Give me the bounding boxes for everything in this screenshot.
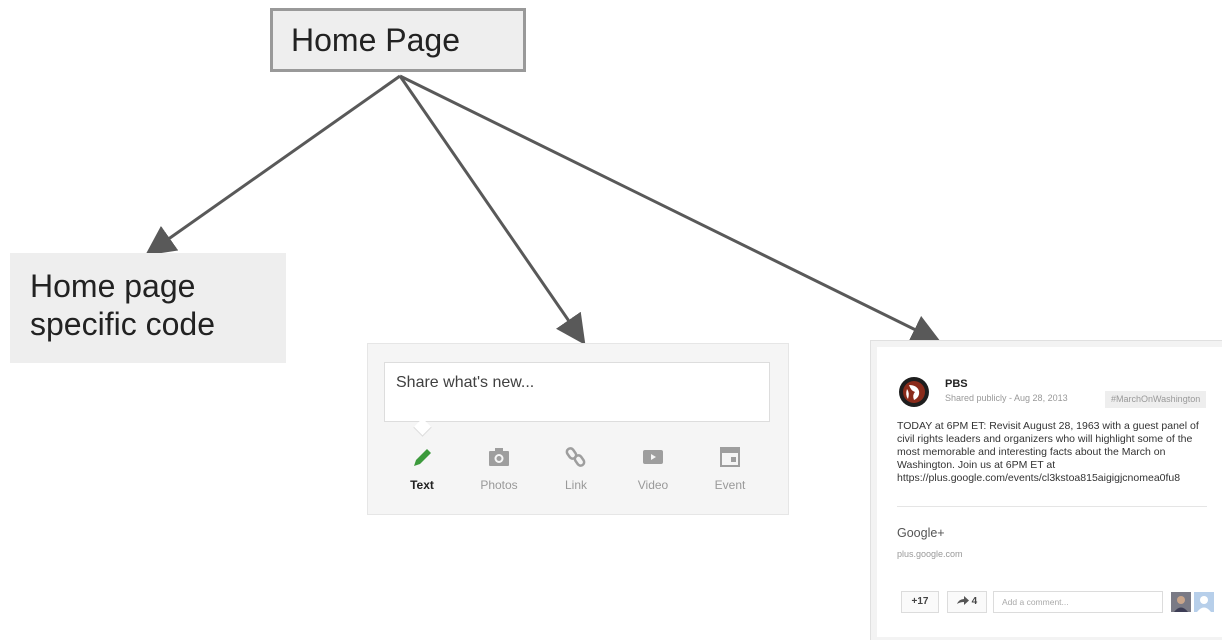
post-body: TODAY at 6PM ET: Revisit August 28, 1963… — [897, 420, 1217, 485]
reshare-button[interactable]: 4 — [947, 591, 987, 613]
comment-input[interactable]: Add a comment... — [993, 591, 1163, 613]
share-placeholder: Share what's new... — [396, 374, 535, 391]
camera-icon — [489, 448, 509, 466]
post-body-line: Washington. Join us at 6PM ET at — [897, 459, 1056, 471]
specific-code-label-line2: specific code — [30, 306, 215, 342]
comment-placeholder: Add a comment... — [1002, 597, 1069, 607]
hashtag-chip[interactable]: #MarchOnWashington — [1105, 391, 1207, 408]
tab-text-label: Text — [410, 478, 434, 492]
home-page-specific-code-box: Home page specific code — [10, 253, 286, 363]
arrow-to-specific-code — [145, 74, 401, 256]
link-preview-url[interactable]: plus.google.com — [897, 549, 963, 559]
post-body-line: most memorable and interesting facts abo… — [897, 446, 1166, 458]
pbs-logo-icon[interactable] — [899, 377, 929, 407]
link-icon — [565, 447, 586, 467]
plus-one-button[interactable]: +17 — [901, 591, 939, 613]
video-icon — [643, 450, 663, 464]
post-divider — [897, 506, 1207, 507]
tab-photos-label: Photos — [480, 478, 518, 492]
calendar-icon — [720, 447, 740, 467]
user-avatar[interactable] — [1194, 592, 1214, 612]
tab-link-label: Link — [564, 478, 587, 492]
tab-video[interactable]: Video — [615, 446, 691, 492]
post-body-line: TODAY at 6PM ET: Revisit August 28, 1963… — [897, 420, 1199, 432]
tab-event-label: Event — [714, 478, 746, 492]
arrow-to-share-box — [398, 75, 586, 345]
share-box: Share what's new... Text Photos Link Vid… — [367, 343, 789, 515]
commenter-avatar[interactable] — [1171, 592, 1191, 612]
tab-photos[interactable]: Photos — [461, 446, 537, 492]
tab-link[interactable]: Link — [538, 446, 614, 492]
post-body-link[interactable]: https://plus.google.com/events/cl3kstoa8… — [897, 472, 1217, 485]
post-card: PBS Shared publicly - Aug 28, 2013 #Marc… — [870, 340, 1222, 640]
pencil-icon — [414, 449, 431, 466]
post-content: PBS Shared publicly - Aug 28, 2013 #Marc… — [877, 347, 1222, 637]
link-preview-title[interactable]: Google+ — [897, 526, 945, 540]
reshare-icon — [956, 596, 969, 605]
home-page-label: Home Page — [291, 22, 460, 58]
tab-event[interactable]: Event — [692, 446, 768, 492]
tab-video-label: Video — [637, 478, 669, 492]
arrow-to-post-card — [399, 74, 942, 343]
post-body-line: civil rights leaders and organizers who … — [897, 433, 1193, 445]
reshare-count: 4 — [971, 596, 978, 607]
post-shared-meta: Shared publicly - Aug 28, 2013 — [945, 393, 1068, 403]
home-page-box: Home Page — [270, 8, 526, 72]
tab-text[interactable]: Text — [384, 446, 460, 492]
post-author[interactable]: PBS — [945, 378, 968, 390]
share-input[interactable]: Share what's new... — [384, 362, 770, 422]
plus-one-count: +17 — [911, 596, 929, 607]
specific-code-label-line1: Home page — [30, 268, 196, 304]
